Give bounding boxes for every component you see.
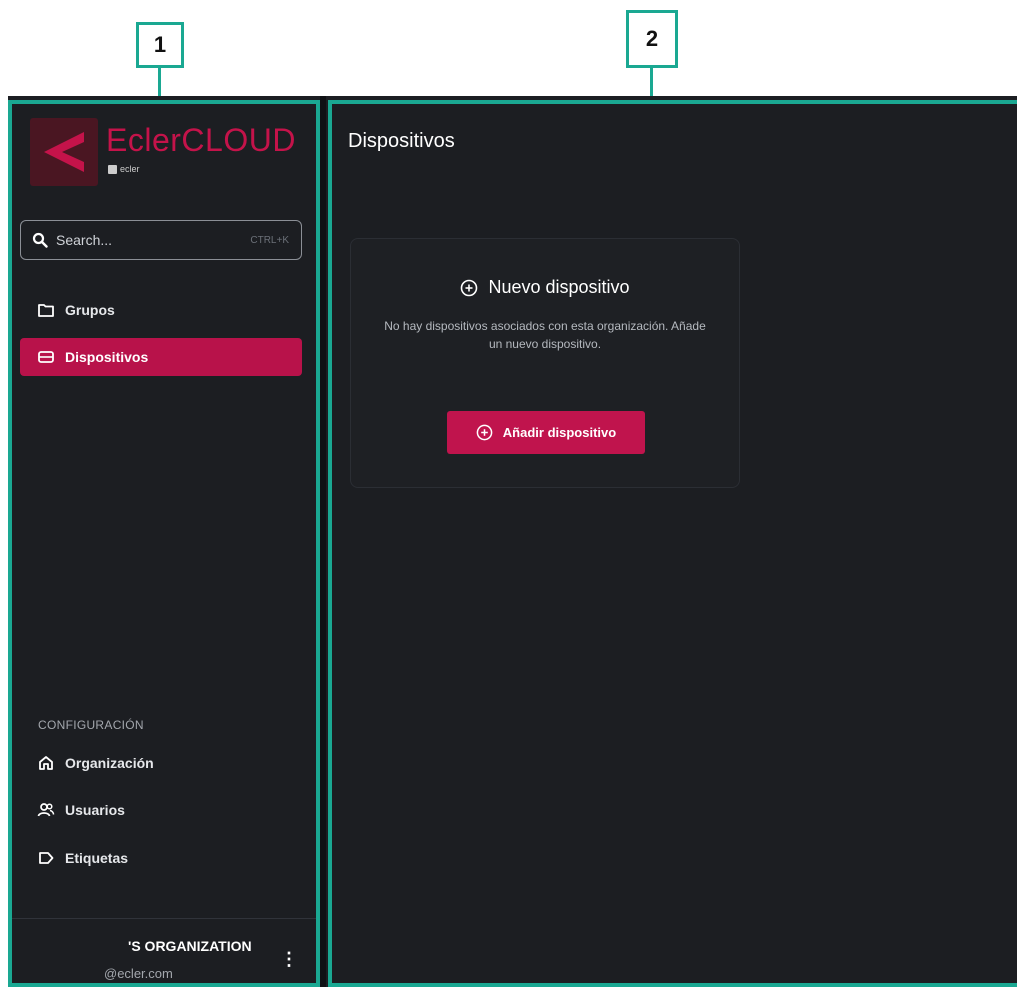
sidebar: EclerCLOUD ecler CTRL+K Grupos — [8, 96, 320, 987]
add-device-button[interactable]: Añadir dispositivo — [447, 411, 645, 454]
search-input[interactable] — [54, 231, 228, 249]
more-vertical-icon[interactable]: ⋮ — [280, 948, 298, 970]
sidebar-item-label: Dispositivos — [65, 349, 149, 365]
callout-2-number: 2 — [645, 26, 659, 51]
organization-name: 'S ORGANIZATION — [128, 938, 252, 954]
empty-state-title: Nuevo dispositivo — [488, 277, 630, 297]
sidebar-item-label: Organización — [65, 755, 154, 771]
search-box[interactable]: CTRL+K — [20, 220, 302, 260]
device-icon — [38, 351, 54, 363]
sidebar-item-label: Etiquetas — [65, 850, 129, 866]
brand-logo[interactable]: EclerCLOUD ecler — [24, 114, 304, 186]
sidebar-item-label: Usuarios — [65, 802, 125, 818]
empty-state-title-row: Nuevo dispositivo — [351, 277, 739, 298]
callout-2-line — [650, 68, 653, 98]
logo-mark-icon — [30, 118, 98, 186]
organization-email: @ecler.com — [104, 966, 173, 981]
ecler-badge-icon — [108, 164, 117, 174]
folder-icon — [38, 304, 54, 317]
sidebar-item-dispositivos[interactable]: Dispositivos — [20, 338, 302, 376]
sidebar-item-etiquetas[interactable]: Etiquetas — [20, 839, 302, 877]
sidebar-item-grupos[interactable]: Grupos — [20, 291, 302, 329]
callout-1-line — [158, 68, 161, 98]
main-content: Dispositivos Nuevo dispositivo No hay di… — [326, 96, 1017, 987]
sidebar-item-usuarios[interactable]: Usuarios — [20, 791, 302, 829]
settings-heading: CONFIGURACIÓN — [38, 718, 144, 732]
callout-1: 1 — [136, 22, 184, 68]
add-device-button-label: Añadir dispositivo — [502, 425, 617, 440]
sidebar-item-label: Grupos — [65, 302, 115, 318]
tag-icon — [39, 852, 54, 864]
plus-circle-icon — [461, 279, 478, 296]
app-window: EclerCLOUD ecler CTRL+K Grupos — [8, 96, 1017, 987]
brand-name: EclerCLOUD — [106, 122, 296, 158]
plus-circle-icon — [476, 424, 493, 441]
callout-2: 2 — [626, 10, 678, 68]
callout-1-number: 1 — [153, 32, 167, 57]
search-icon — [32, 232, 48, 248]
empty-state-description: No hay dispositivos asociados con esta o… — [384, 319, 706, 351]
users-icon — [37, 803, 55, 817]
brand-sub-label: ecler — [120, 164, 140, 174]
empty-state-card: Nuevo dispositivo No hay dispositivos as… — [350, 238, 740, 488]
sidebar-divider — [8, 918, 320, 919]
sidebar-item-organizacion[interactable]: Organización — [20, 744, 302, 782]
brand-sub-logo: ecler — [108, 164, 140, 174]
search-shortcut-hint: CTRL+K — [250, 234, 289, 246]
page-title: Dispositivos — [348, 130, 455, 152]
home-icon — [39, 756, 53, 770]
